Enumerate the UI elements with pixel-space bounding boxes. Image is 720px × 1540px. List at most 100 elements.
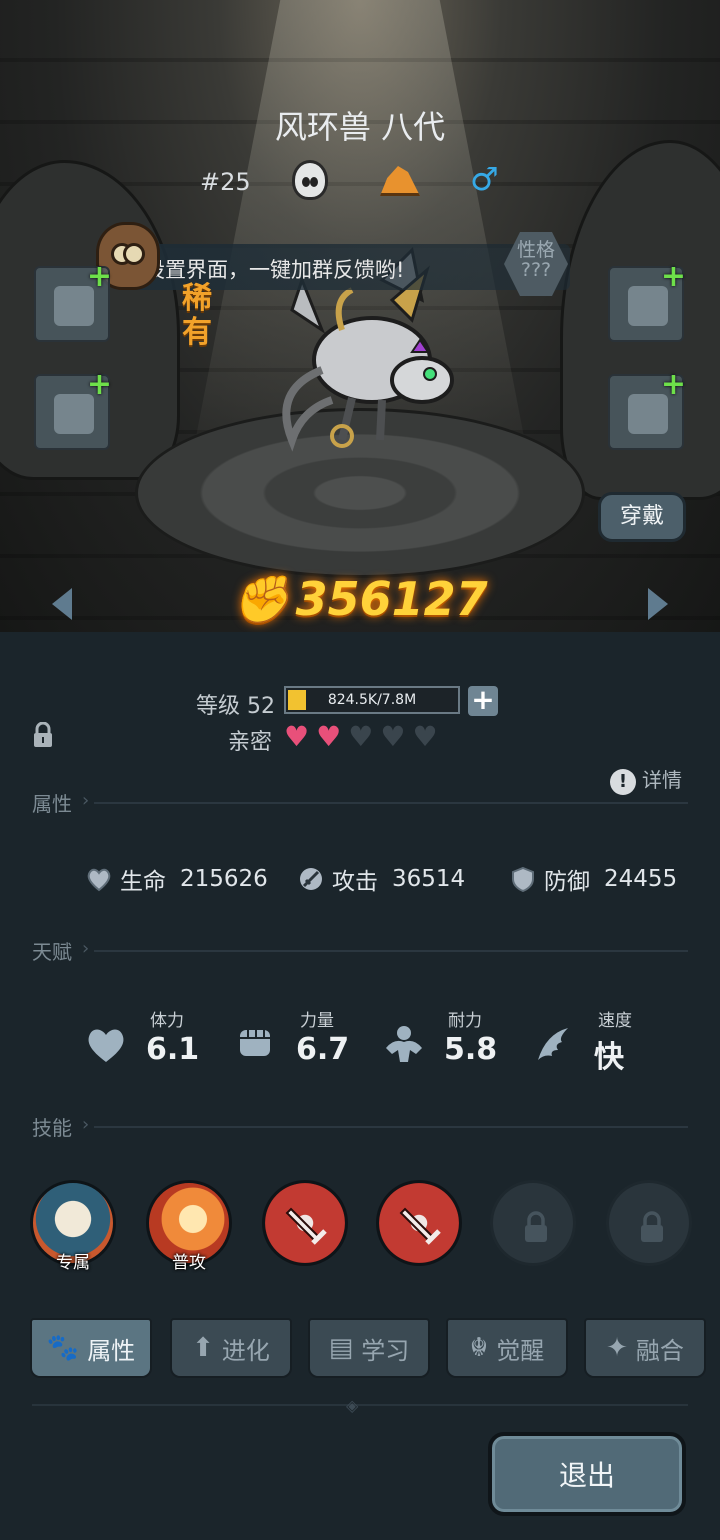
equip-slot-bottom-right[interactable]: +: [608, 370, 686, 450]
equip-slot-top-right[interactable]: +: [608, 262, 686, 342]
tab-attributes[interactable]: 🐾 属性: [30, 1318, 152, 1378]
section-divider: [94, 1126, 688, 1128]
fist-icon: [240, 1030, 270, 1056]
padlock-icon: [641, 1211, 663, 1242]
section-skills: 技能 ›: [32, 1112, 688, 1142]
paw-icon: 🐾: [46, 1333, 80, 1363]
muscle-icon: [386, 1026, 422, 1062]
exp-bar: 824.5K/7.8M: [284, 686, 460, 714]
sword-skill-icon: [285, 1207, 327, 1245]
heart-shield-icon: [87, 868, 111, 892]
awaken-icon: ☬: [469, 1333, 489, 1363]
stat-hp-label: 生命: [120, 869, 166, 895]
wing-icon: [538, 1028, 568, 1060]
talent-speed-label: 速度: [598, 1011, 632, 1031]
skill-slot-locked-6[interactable]: [606, 1180, 692, 1266]
tab-awaken-label: 觉醒: [496, 1336, 545, 1365]
combat-power-value: 356127: [295, 572, 488, 626]
stat-defense: 防御 24455: [510, 862, 677, 896]
lock-icon[interactable]: [32, 722, 54, 748]
add-plus-icon: +: [660, 259, 686, 294]
section-talent: 天赋 ›: [32, 936, 688, 966]
tab-attributes-label: 属性: [87, 1336, 136, 1365]
skill-normal-attack-tag: 普攻: [172, 1253, 206, 1273]
personality-value: ???: [520, 259, 552, 281]
tab-learn[interactable]: ▤ 学习: [308, 1318, 430, 1378]
pet-number: #25: [200, 168, 251, 196]
rarity-label: 稀有: [182, 281, 212, 350]
exp-text: 824.5K/7.8M: [327, 692, 417, 708]
footer-divider: [32, 1404, 688, 1406]
talent-endurance-value: 5.8: [444, 1032, 498, 1067]
talent-strength-value: 6.7: [296, 1032, 350, 1067]
section-attributes-label: 属性: [32, 792, 72, 816]
section-divider: [94, 802, 688, 804]
tab-evolve[interactable]: ⬆ 进化: [170, 1318, 292, 1378]
talent-stamina-value: 6.1: [146, 1032, 200, 1067]
heart-filled-icon: ♥: [284, 720, 310, 753]
heart-empty-icon: ♥: [380, 720, 406, 753]
padlock-icon: [525, 1211, 547, 1242]
add-exp-button[interactable]: +: [468, 686, 498, 716]
tab-fusion[interactable]: ✦ 融合: [584, 1318, 706, 1378]
heart-empty-icon: ♥: [348, 720, 374, 753]
section-divider: [94, 950, 688, 952]
add-plus-icon: +: [86, 367, 112, 402]
talent-speed-value: 快: [594, 1040, 624, 1075]
chevron-right-icon: ›: [82, 938, 90, 959]
chevron-right-icon: ›: [82, 1114, 90, 1135]
skill-exclusive[interactable]: 专属: [30, 1180, 116, 1273]
talent-stamina-label: 体力: [150, 1011, 184, 1031]
stat-attack: 攻击 36514: [298, 862, 465, 896]
stat-attack-value: 36514: [392, 866, 466, 892]
section-skills-label: 技能: [32, 1116, 72, 1140]
heart-icon: [88, 1029, 124, 1062]
divider-ornament-icon: ◈: [346, 1396, 359, 1415]
section-talent-label: 天赋: [32, 940, 72, 964]
stat-defense-label: 防御: [544, 869, 590, 895]
skill-slot-4[interactable]: [376, 1180, 462, 1266]
talent-strength-label: 力量: [300, 1011, 334, 1031]
section-attributes: 属性 ›: [32, 788, 688, 818]
book-icon: ▤: [328, 1333, 354, 1363]
skill-slot-3[interactable]: [262, 1180, 348, 1266]
equip-slot-top-left[interactable]: +: [34, 262, 112, 342]
stat-hp-value: 215626: [180, 866, 268, 892]
chevron-right-icon: ›: [82, 790, 90, 811]
talent-endurance: 耐力 5.8: [382, 1006, 522, 1076]
talent-speed: 速度 快: [532, 1006, 672, 1076]
heart-empty-icon: ♥: [412, 720, 438, 753]
element-badge-icon[interactable]: [292, 160, 328, 200]
tab-learn-label: 学习: [361, 1336, 410, 1365]
stat-attack-label: 攻击: [332, 869, 378, 895]
sword-skill-icon: [399, 1207, 441, 1245]
equip-button[interactable]: 穿戴: [598, 492, 686, 542]
exit-button[interactable]: 退出: [488, 1432, 686, 1516]
level-label: 等级 52: [196, 694, 275, 719]
bottom-tab-bar: 🐾 属性 ⬆ 进化 ▤ 学习 ☬ 觉醒 ✦ 融合: [30, 1318, 710, 1380]
tab-awaken[interactable]: ☬ 觉醒: [446, 1318, 568, 1378]
combat-power: ✊ 356127: [0, 572, 720, 627]
skill-slot-locked-5[interactable]: [490, 1180, 576, 1266]
tab-evolve-label: 进化: [221, 1336, 270, 1365]
sword-icon: [300, 868, 322, 890]
skill-exclusive-tag: 专属: [56, 1253, 90, 1273]
talent-endurance-label: 耐力: [448, 1011, 482, 1031]
stat-hp: 生命 215626: [86, 862, 268, 896]
pet-showcase-scene: 风环兽 八代 #25 ♂ 设置界面，一键加群反馈哟! 性格 ??? 稀有 + +…: [0, 0, 720, 632]
fusion-icon: ✦: [606, 1333, 628, 1363]
equip-slot-bottom-left[interactable]: +: [34, 370, 112, 450]
shield-icon: [512, 866, 534, 892]
heart-filled-icon: ♥: [316, 720, 342, 753]
stat-defense-value: 24455: [604, 866, 678, 892]
skill-normal-attack[interactable]: 普攻: [146, 1180, 232, 1273]
power-fist-icon: ✊: [232, 572, 290, 626]
intimacy-hearts: ♥ ♥ ♥ ♥ ♥: [284, 722, 438, 752]
talent-stamina: 体力 6.1: [84, 1006, 224, 1076]
tab-fusion-label: 融合: [635, 1336, 684, 1365]
add-plus-icon: +: [86, 259, 112, 294]
intimacy-label: 亲密: [228, 730, 273, 755]
pet-name: 风环兽 八代: [274, 108, 446, 146]
talent-strength: 力量 6.7: [234, 1006, 374, 1076]
gender-male-icon: ♂: [470, 160, 499, 198]
